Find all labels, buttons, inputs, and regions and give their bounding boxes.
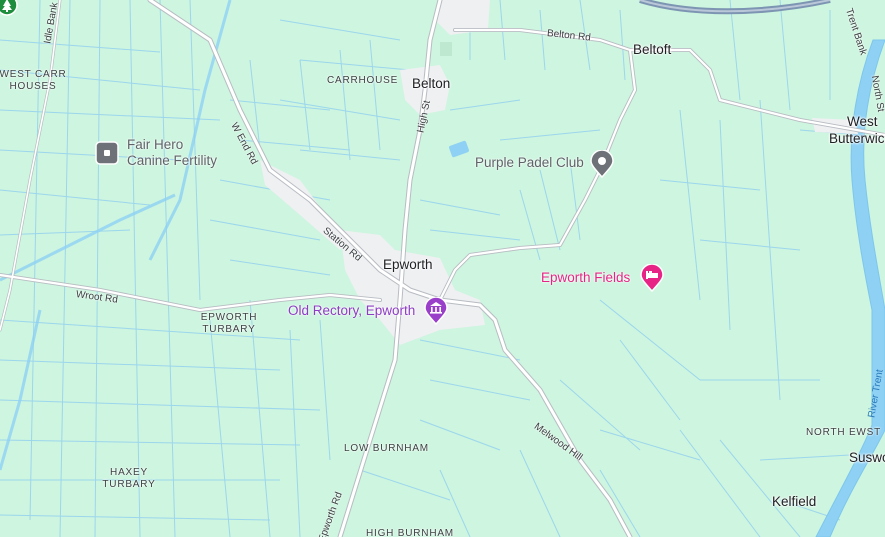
poi-label-line: Canine Fertility	[127, 152, 218, 168]
poi-label-line: Fair Hero	[127, 137, 184, 152]
hamlet-label-north-ewster[interactable]: NORTH EWST	[806, 427, 881, 439]
hamlet-label-epworth-turbary[interactable]: EPWORTH TURBARY	[193, 312, 265, 335]
hamlet-label-line: TURBARY	[202, 323, 256, 335]
hamlet-label-line: HAXEY	[110, 467, 148, 478]
fair-hero-square-marker-icon[interactable]	[95, 141, 119, 165]
hamlet-label-line: WEST CARR	[0, 69, 67, 80]
hamlet-label-carrhouse[interactable]: CARRHOUSE	[327, 75, 398, 87]
hamlet-label-west-carr-houses[interactable]: WEST CARR HOUSES	[0, 69, 68, 92]
hamlet-label-line: TURBARY	[102, 478, 156, 490]
town-label-beltoft[interactable]: Beltoft	[633, 42, 671, 58]
hamlet-label-line: EPWORTH	[200, 312, 258, 323]
town-label-epworth[interactable]: Epworth	[383, 257, 433, 273]
hamlet-label-haxey-turbary[interactable]: HAXEY TURBARY	[94, 467, 164, 490]
epworth-fields-hotel-bed-icon[interactable]	[640, 263, 664, 293]
old-rectory-museum-icon[interactable]	[424, 296, 448, 326]
town-label-susworth[interactable]: Suswo	[849, 450, 885, 466]
town-label-belton[interactable]: Belton	[412, 76, 450, 92]
town-label-west[interactable]: West	[847, 114, 878, 130]
poi-label-epworth-fields[interactable]: Epworth Fields	[541, 270, 630, 286]
poi-label-fair-hero[interactable]: Fair Hero Canine Fertility	[127, 137, 217, 168]
town-label-kelfield[interactable]: Kelfield	[772, 494, 816, 510]
purple-padel-pin-marker-icon[interactable]	[590, 149, 614, 179]
tree-park-icon[interactable]	[0, 0, 18, 16]
pond	[440, 42, 452, 56]
hamlet-label-low-burnham[interactable]: LOW BURNHAM	[344, 443, 429, 455]
poi-label-purple-padel[interactable]: Purple Padel Club	[475, 155, 584, 171]
hamlet-label-high-burnham[interactable]: HIGH BURNHAM	[366, 528, 454, 537]
poi-label-old-rectory[interactable]: Old Rectory, Epworth	[288, 303, 415, 319]
town-label-butterwick[interactable]: Butterwick	[829, 131, 885, 147]
map-canvas[interactable]: Belton Beltoft Epworth West Butterwick S…	[0, 0, 885, 537]
hamlet-label-line: HOUSES	[9, 80, 57, 92]
